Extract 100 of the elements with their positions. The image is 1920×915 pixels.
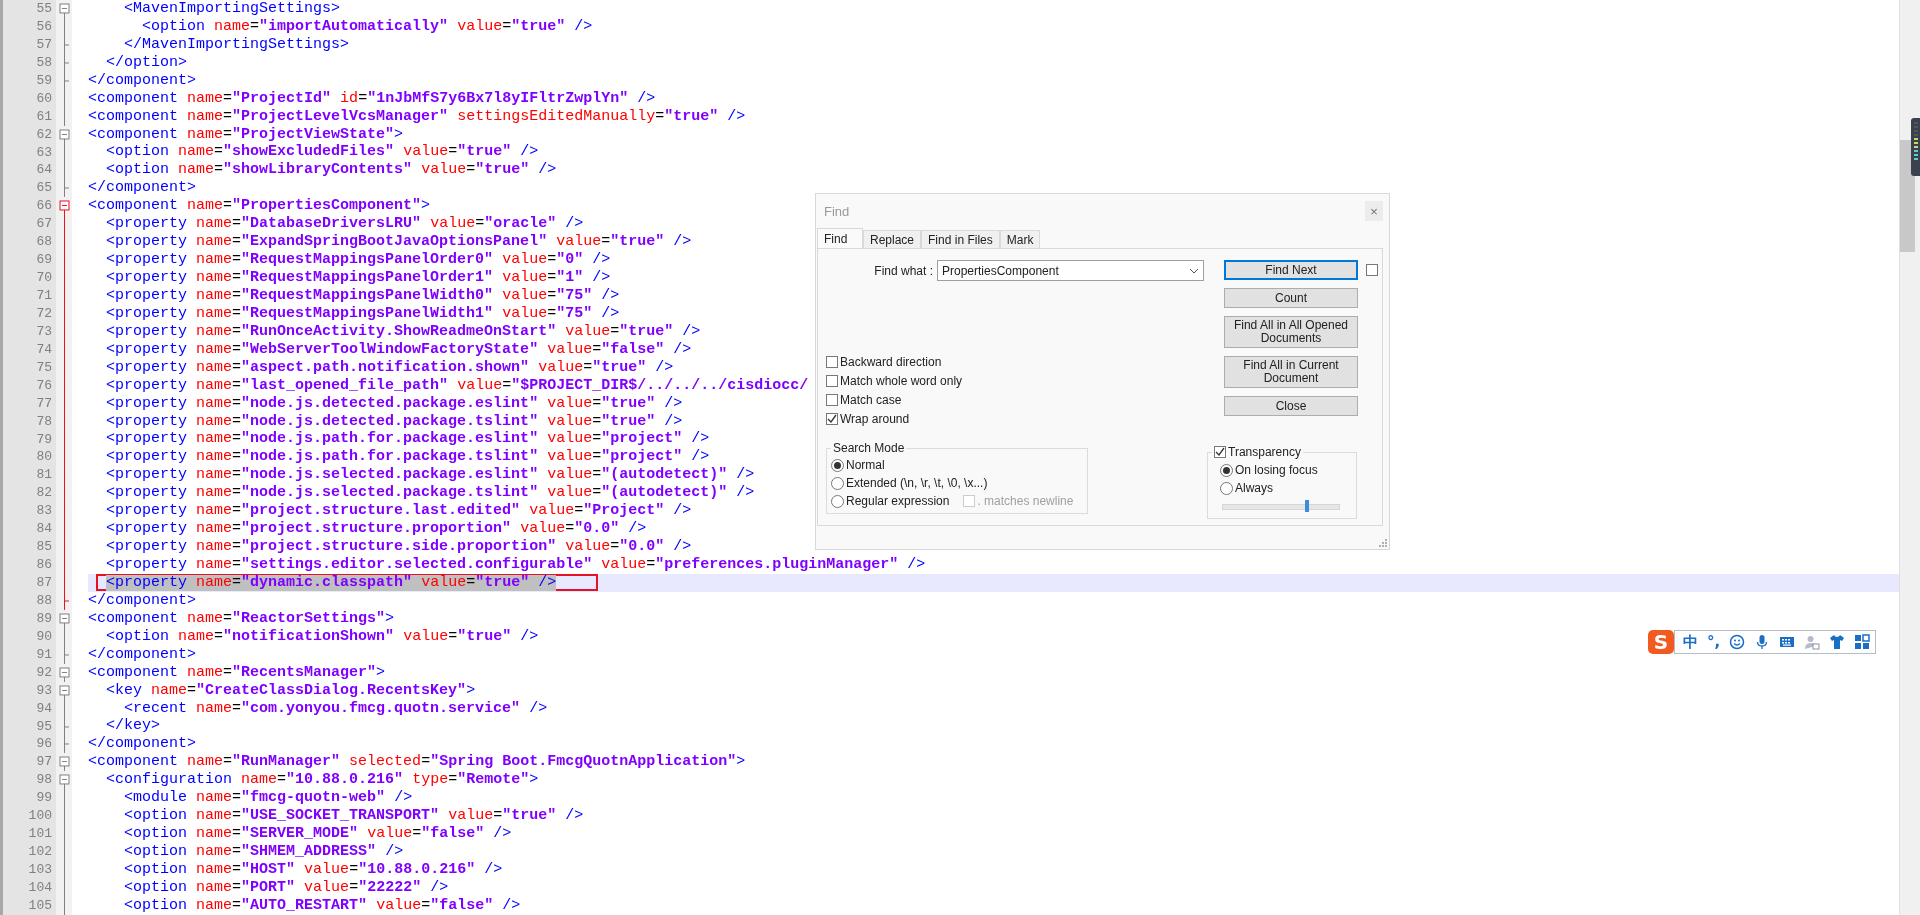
code-line: </MavenImportingSettings> bbox=[124, 36, 350, 53]
checkbox[interactable] bbox=[1214, 446, 1226, 458]
code-line: <property name="WebServerToolWindowFactoryState" value="false" /> bbox=[106, 341, 692, 358]
code-line: <option name="notificationShown" value="true" /> bbox=[106, 628, 539, 645]
line-number: 83 bbox=[3, 502, 56, 521]
code-line: <property name="project.structure.last.edited" value="Project" /> bbox=[106, 503, 692, 520]
tab[interactable]: Find in Files bbox=[921, 230, 1000, 248]
code-line: <property name="RequestMappingsPanelOrder0" value="0" /> bbox=[106, 252, 611, 269]
code-line: </component> bbox=[88, 72, 197, 89]
checkbox[interactable] bbox=[1366, 264, 1378, 276]
language-toggle[interactable]: 中 bbox=[1683, 632, 1698, 652]
code-line: </component> bbox=[88, 180, 197, 197]
code-line: </component> bbox=[88, 646, 197, 663]
code-line: <property name="project.structure.side.proportion" value="0.0" /> bbox=[106, 539, 692, 556]
option-label: . matches newline bbox=[977, 494, 1074, 508]
keyboard-icon[interactable] bbox=[1779, 634, 1796, 650]
code-line: <property name="DatabaseDriversLRU" value="oracle" /> bbox=[106, 216, 584, 233]
option-label: Match case bbox=[840, 393, 902, 407]
line-number: 103 bbox=[3, 861, 56, 879]
option-label: Normal bbox=[846, 458, 885, 472]
line-number: 71 bbox=[3, 287, 56, 305]
line-number: 101 bbox=[3, 825, 56, 844]
code-line: <option name="importAutomatically" value="true" /> bbox=[142, 18, 593, 35]
option-label: Regular expression bbox=[846, 494, 950, 508]
radio-button[interactable] bbox=[831, 476, 844, 490]
code-line: <property name="RequestMappingsPanelOrder1" value="1" /> bbox=[106, 270, 611, 287]
scrollbar[interactable] bbox=[1899, 0, 1920, 915]
group-title: Search Mode bbox=[832, 441, 906, 455]
field-label: Find what : bbox=[873, 263, 933, 278]
dialog-button[interactable]: Find Next bbox=[1224, 260, 1358, 280]
smiley-icon[interactable] bbox=[1729, 634, 1746, 650]
code-line: <component name="PropertiesComponent"> bbox=[88, 198, 431, 215]
dialog-button[interactable]: Close bbox=[1224, 396, 1358, 416]
line-number: 98 bbox=[3, 771, 56, 790]
line-number: 69 bbox=[3, 251, 56, 270]
code-line: <option name="SHMEM_ADDRESS" /> bbox=[124, 844, 404, 861]
dialog-button[interactable]: Count bbox=[1224, 288, 1358, 308]
meter-widget bbox=[1911, 118, 1920, 176]
search-field[interactable]: PropertiesComponent bbox=[937, 260, 1204, 281]
option-label: Backward direction bbox=[840, 355, 942, 369]
code-line: <key name="CreateClassDialog.RecentsKey"> bbox=[106, 682, 476, 699]
scrollbar-thumb[interactable] bbox=[1900, 140, 1915, 252]
grid-icon[interactable] bbox=[1854, 634, 1871, 650]
line-number: 81 bbox=[3, 466, 56, 485]
option-label: Extended (\n, \r, \t, \0, \x...) bbox=[846, 476, 988, 490]
line-number: 102 bbox=[3, 843, 56, 861]
tab[interactable]: Find bbox=[817, 228, 863, 248]
line-number: 99 bbox=[3, 789, 56, 808]
resize-grip-icon[interactable] bbox=[1379, 539, 1387, 547]
line-number: 80 bbox=[3, 448, 56, 467]
code-line: </key> bbox=[106, 718, 161, 735]
tab[interactable]: Replace bbox=[863, 230, 922, 248]
line-number: 66 bbox=[3, 197, 56, 216]
line-number: 86 bbox=[3, 556, 56, 574]
punctuation-toggle[interactable]: °, bbox=[1707, 633, 1721, 651]
checkbox[interactable] bbox=[826, 356, 838, 368]
code-line: <MavenImportingSettings> bbox=[124, 0, 341, 17]
code-line: <component name="ProjectLevelVcsManager" settingsEditedManually="true" /> bbox=[88, 108, 746, 125]
line-number: 68 bbox=[3, 233, 56, 252]
radio-button[interactable] bbox=[1220, 463, 1233, 477]
code-line: <property name="node.js.selected.package.tslint" value="(autodetect)" /> bbox=[106, 485, 755, 502]
line-number: 97 bbox=[3, 753, 56, 772]
checkbox[interactable] bbox=[826, 394, 838, 406]
shirt-icon[interactable] bbox=[1829, 634, 1846, 650]
code-line: <option name="AUTO_RESTART" value="false" /> bbox=[124, 897, 521, 914]
checkbox[interactable] bbox=[826, 375, 838, 387]
line-number: 100 bbox=[3, 807, 56, 826]
code-line: <property name="node.js.path.for.package.eslint" value="project" /> bbox=[106, 431, 710, 448]
slider-thumb[interactable] bbox=[1304, 500, 1309, 512]
tab[interactable]: Mark bbox=[999, 230, 1041, 248]
line-number: 82 bbox=[3, 484, 56, 503]
radio-button[interactable] bbox=[831, 494, 844, 508]
code-line: </component> bbox=[88, 592, 197, 609]
line-number: 84 bbox=[3, 520, 56, 539]
option-label: On losing focus bbox=[1235, 463, 1318, 477]
line-number: 87 bbox=[3, 574, 56, 592]
line-number: 96 bbox=[3, 735, 56, 754]
checkbox[interactable] bbox=[826, 413, 838, 425]
radio-button[interactable] bbox=[831, 458, 844, 472]
code-line: <property name="RequestMappingsPanelWidth1" value="75" /> bbox=[106, 305, 620, 322]
close-button[interactable]: × bbox=[1365, 201, 1383, 221]
chevron-down-icon[interactable] bbox=[1189, 267, 1199, 274]
line-number: 70 bbox=[3, 269, 56, 287]
dialog-button[interactable]: Find All in All Opened Documents bbox=[1224, 316, 1358, 348]
option-label: Match whole word only bbox=[840, 374, 963, 388]
code-line: <option name="SERVER_MODE" value="false" /> bbox=[124, 826, 512, 843]
line-number: 67 bbox=[3, 215, 56, 234]
option-label: Always bbox=[1235, 481, 1273, 495]
code-line: <option name="USE_SOCKET_TRANSPORT" value="true" /> bbox=[124, 808, 584, 825]
code-line: <property name="node.js.selected.package.eslint" value="(autodetect)" /> bbox=[106, 467, 755, 484]
code-line: <option name="PORT" value="22222" /> bbox=[124, 879, 449, 896]
code-line: </option> bbox=[106, 54, 188, 71]
dialog-button[interactable]: Find All in Current Document bbox=[1224, 356, 1358, 388]
code-line: <option name="HOST" value="10.88.0.216" /> bbox=[124, 861, 503, 878]
radio-button[interactable] bbox=[1220, 481, 1233, 495]
line-number: 55 bbox=[3, 0, 56, 18]
code-line: <property name="node.js.detected.package.tslint" value="true" /> bbox=[106, 413, 683, 430]
code-line: <recent name="com.yonyou.fmcg.quotn.service" /> bbox=[124, 700, 548, 717]
code-line: <component name="ProjectId" id="1nJbMfS7y6Bx7l8yIFltrZwplYn" /> bbox=[88, 90, 656, 107]
code-line: <module name="fmcg-quotn-web" /> bbox=[124, 790, 413, 807]
